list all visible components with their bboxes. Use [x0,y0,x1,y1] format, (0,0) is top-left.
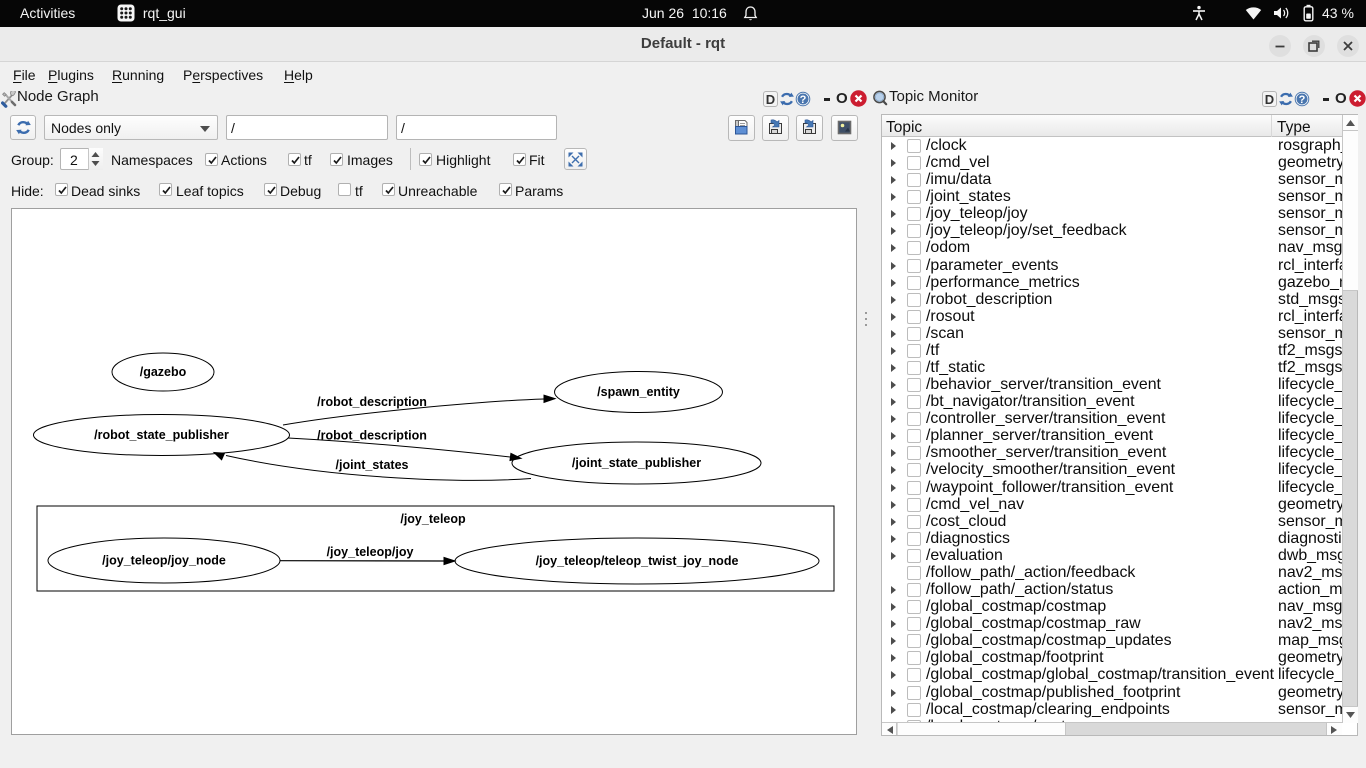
svg-text:/joy_teleop/joy_node: /joy_teleop/joy_node [102,554,226,568]
svg-text:?: ? [1299,94,1306,106]
svg-text:/robot_description: /robot_description [317,395,427,409]
svg-text:/joy_teleop: /joy_teleop [400,512,466,526]
svg-text:/robot_description: /robot_description [317,429,427,443]
svg-text:/joint_states: /joint_states [336,458,409,472]
svg-text:/robot_state_publisher: /robot_state_publisher [94,428,229,442]
svg-text:/joy_teleop/joy: /joy_teleop/joy [327,545,414,559]
svg-text:?: ? [800,94,807,106]
svg-text:/gazebo: /gazebo [140,365,187,379]
svg-text:/joy_teleop/teleop_twist_joy_n: /joy_teleop/teleop_twist_joy_node [536,554,739,568]
svg-text:/joint_state_publisher: /joint_state_publisher [572,456,701,470]
svg-text:/spawn_entity: /spawn_entity [597,385,680,399]
